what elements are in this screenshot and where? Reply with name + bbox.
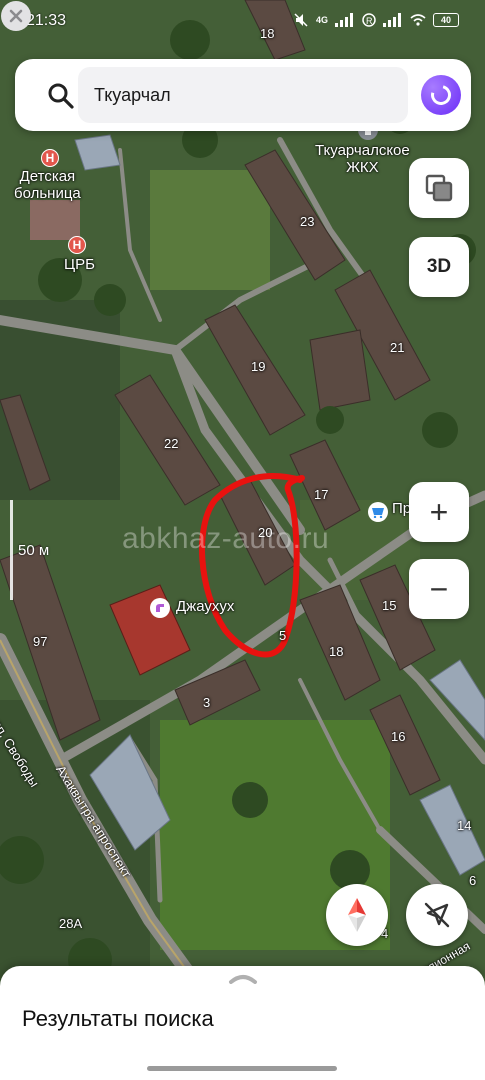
location-button[interactable] [406,884,468,946]
compass-icon [348,898,366,932]
voice-assistant-icon[interactable] [421,75,461,115]
gesture-nav-bar[interactable] [147,1066,337,1071]
status-bar: 21:33 4G R 40 [0,0,485,46]
house-number: 23 [300,214,315,229]
house-number: 6 [469,873,477,888]
poi-crb[interactable]: ЦРБ [64,256,95,274]
poi-detskaya-bolnica[interactable]: Детская больница [14,168,81,202]
zoom-out-button[interactable]: − [409,559,469,619]
battery-icon: 40 [433,13,459,27]
close-button[interactable] [0,0,32,36]
wifi-icon [410,14,426,26]
signal-icon [335,13,353,27]
hospital-icon[interactable]: Н [68,236,86,254]
house-number: 16 [391,729,406,744]
zoom-in-button[interactable]: + [409,482,469,542]
registered-icon: R [362,13,376,27]
close-icon [1,1,31,31]
house-number: 28A [59,916,83,931]
search-icon[interactable] [48,83,74,109]
network-type: 4G [315,15,328,25]
house-number: 97 [33,634,48,649]
search-results-sheet[interactable]: Результаты поиска [0,966,485,1080]
house-number: 19 [251,359,266,374]
layers-button[interactable] [409,158,469,218]
house-number: 22 [164,436,179,451]
scale-text: 50 м [18,542,50,559]
house-number: 18 [329,644,344,659]
house-number: 17 [314,487,329,502]
watermark: abkhaz-auto.ru [122,522,330,555]
hospital-icon[interactable]: Н [41,149,59,167]
location-off-icon [424,902,450,928]
search-input[interactable]: Ткуарчал [78,67,408,123]
house-number: 3 [203,695,211,710]
sheet-handle-icon[interactable] [228,972,258,984]
3d-button[interactable]: 3D [409,237,469,297]
house-number: 5 [279,628,287,643]
poi-dzhaukhukh[interactable]: Джаухух [176,598,234,616]
sheet-title: Результаты поиска [22,1006,214,1031]
house-number: 14 [457,818,472,833]
shop-icon[interactable] [368,502,388,522]
signal-icon [383,13,401,27]
kindergarten-icon[interactable] [150,598,170,618]
svg-text:R: R [366,16,373,26]
compass-button[interactable] [326,884,388,946]
mute-icon [294,13,308,27]
poi-zhkh[interactable]: Ткуарчалское ЖКХ [315,142,410,176]
search-bar: Ткуарчал [15,59,471,131]
layers-icon [425,174,453,202]
status-time: 21:33 [26,12,67,29]
house-number: 21 [390,340,405,355]
house-number: 15 [382,598,397,613]
